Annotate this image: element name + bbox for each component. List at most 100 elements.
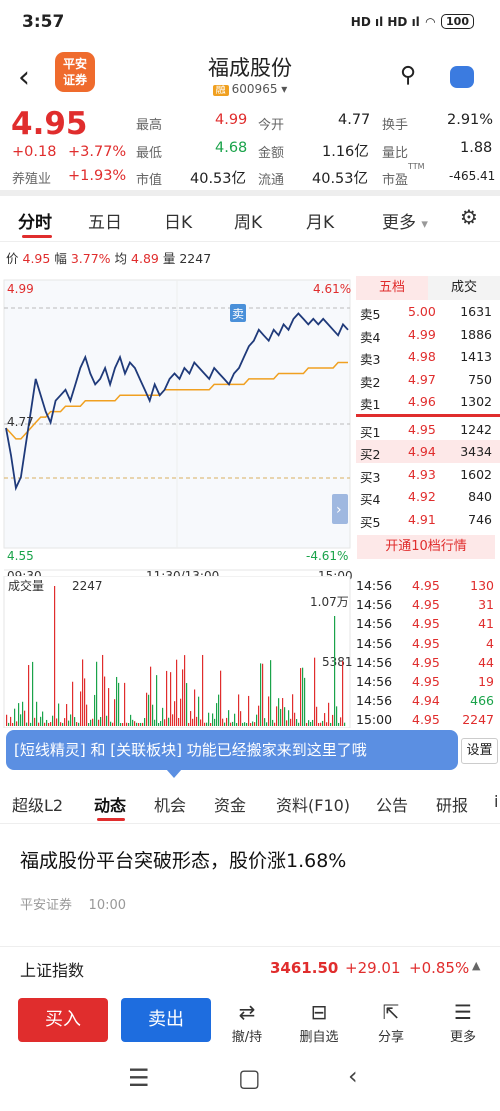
volume-bar [82,659,84,726]
volume-bar [210,722,212,726]
label-pe: 市盈 [382,173,409,188]
tab-monthly-k[interactable]: 月K [306,208,334,233]
sector-name[interactable]: 养殖业 [12,168,51,187]
open-ten-levels-button[interactable]: 开通10档行情 [357,535,495,559]
trade-row: 14:56 4.95 44 [356,653,500,672]
bid-row[interactable]: 买1 4.95 1242 [356,418,500,441]
tab-research[interactable]: 研报 [436,792,468,816]
tooltip-pointer [166,769,182,778]
assistant-robot-icon[interactable] [450,66,474,88]
volume-bar [142,722,144,726]
volume-bar [234,713,236,726]
system-nav-bar: ☰ ▢ ‹ [0,1052,500,1111]
volume-bar [182,669,184,726]
volume-bar [206,722,208,726]
pe-ttm-sup: TTM [408,162,425,171]
volume-bar [344,722,346,726]
back-nav-icon[interactable]: ‹ [348,1062,358,1090]
tab-intraday[interactable]: 分时 [18,208,52,233]
volume-bar [150,666,152,726]
ask-row[interactable]: 卖3 4.98 1413 [356,345,500,368]
volume-bar [190,711,192,726]
ask-row[interactable]: 卖4 4.99 1886 [356,323,500,346]
volume-bar [318,722,320,726]
stock-code: 600965 [231,82,278,96]
trade-time: 14:56 [356,635,393,651]
tab-announcements[interactable]: 公告 [376,792,408,816]
bid-price: 4.93 [408,466,436,482]
price-change-pct: +3.77% [68,144,127,160]
trade-row: 14:56 4.94 466 [356,691,500,710]
recent-apps-icon[interactable]: ☰ [128,1064,150,1092]
news-meta: 平安证券 10:00 [20,894,126,913]
trade-price: 4.95 [412,712,440,728]
tab-daily-k[interactable]: 日K [164,208,192,233]
index-change: +29.01 [345,959,401,977]
info-tabs: 超级L2 动态 机会 资金 资料(F10) 公告 研报 i [0,780,500,824]
ask-volume: 750 [468,371,492,387]
tab-trades[interactable]: 成交 [428,276,500,300]
volume-bar [328,702,330,726]
volume-bar [140,722,142,726]
volume-bar [326,722,328,726]
tab-weekly-k[interactable]: 周K [234,208,262,233]
settings-button[interactable]: 设置 [461,738,498,764]
intraday-price-chart[interactable]: 4.99 4.61% 4.77 4.55 -4.61% 09:30 11:30/… [0,268,356,588]
volume-bar [10,716,12,726]
ask-row[interactable]: 卖2 4.97 750 [356,368,500,391]
bid-volume: 840 [468,489,492,504]
ask-volume: 1413 [460,349,492,364]
search-icon[interactable]: ⚲ [400,63,416,88]
sell-button[interactable]: 卖出 [121,998,211,1042]
share-button[interactable]: ⇱ 分享 [366,1000,416,1045]
trade-time: 14:56 [356,616,393,632]
remove-watchlist-button[interactable]: ⊟ 删自选 [294,1000,344,1045]
volume-bar [100,716,102,726]
bid-row[interactable]: 买5 4.91 746 [356,508,500,531]
tab-overflow[interactable]: i [494,792,498,811]
minus-box-icon: ⊟ [310,1000,328,1024]
trade-volume: 130 [470,578,494,593]
index-ticker[interactable]: 上证指数 3461.50 +29.01 +0.85% ▲ [0,946,500,990]
tab-news[interactable]: 动态 [94,792,126,816]
volume-bar [320,722,322,726]
current-price: 4.95 [11,106,88,142]
trade-price: 4.95 [412,635,440,651]
bid-level-label: 买4 [360,492,381,507]
tab-five-levels[interactable]: 五档 [356,276,428,300]
tab-five-day[interactable]: 五日 [88,208,122,233]
volume-bar [268,696,270,726]
home-icon[interactable]: ▢ [238,1064,261,1092]
volume-bar [264,718,266,726]
more-button[interactable]: ☰ 更多 [438,1000,488,1045]
trade-price: 4.95 [412,597,440,613]
ask-row[interactable]: 卖1 4.96 1302 [356,390,500,413]
bid-row[interactable]: 买3 4.93 1602 [356,463,500,486]
bid-row[interactable]: 买2 4.94 3434 [356,440,500,463]
trade-ticks: 14:56 4.95 130 14:56 4.95 31 14:56 4.95 41 14:56 4… [356,576,500,730]
tab-more[interactable]: 更多 ▾ [382,208,428,233]
feature-moved-tooltip[interactable]: [短线精灵] 和 [关联板块] 功能已经搬家来到这里了哦 [6,730,458,770]
value-amount: 1.16亿 [322,144,369,160]
volume-bar [68,720,70,726]
buy-button[interactable]: 买入 [18,998,108,1042]
settings-gear-icon[interactable]: ⚙ [460,205,478,229]
volume-bar [156,675,158,726]
tab-super-l2[interactable]: 超级L2 [12,792,63,816]
volume-bar [160,721,162,726]
ask-price: 4.97 [408,371,436,387]
ask-row[interactable]: 卖5 5.00 1631 [356,300,500,323]
volume-bar [148,694,150,726]
cancel-hold-button[interactable]: ⇄ 撤/持 [222,1000,272,1045]
menu-icon: ☰ [454,1000,472,1024]
volume-bar [132,719,134,726]
tab-opportunity[interactable]: 机会 [154,792,186,816]
news-headline[interactable]: 福成股份平台突破形态，股价涨1.68% [20,846,346,873]
stock-code-selector[interactable]: 融 600965 ▾ [0,81,500,96]
tab-funds[interactable]: 资金 [214,792,246,816]
volume-bar [18,703,20,726]
trade-row: 14:56 4.95 31 [356,595,500,614]
bid-row[interactable]: 买4 4.92 840 [356,485,500,508]
volume-bar [106,715,108,726]
tab-f10[interactable]: 资料(F10) [276,792,350,816]
